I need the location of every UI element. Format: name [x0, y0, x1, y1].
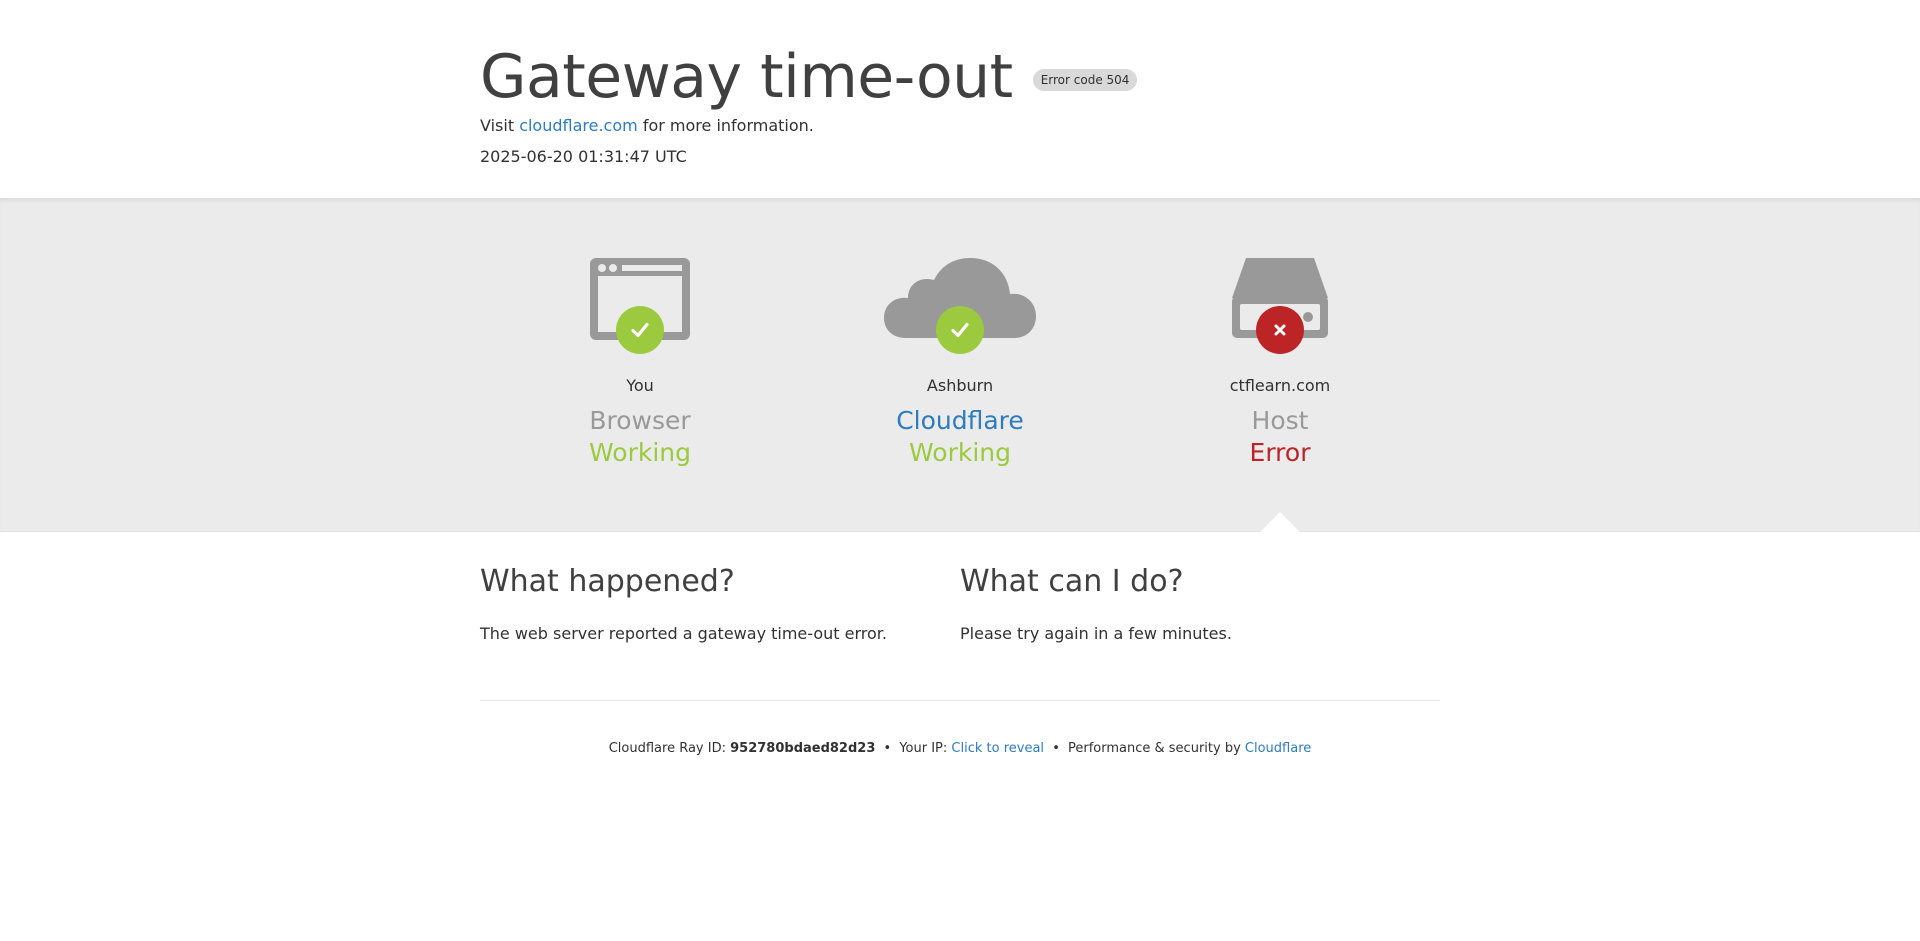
what-can-i-do-heading: What can I do? [960, 564, 1184, 599]
visit-line: Visit cloudflare.com for more informatio… [480, 116, 814, 135]
visit-suffix: for more information. [642, 116, 814, 135]
ray-id-label: Cloudflare Ray ID: [608, 741, 726, 756]
what-happened-column: What happened? The web server reported a… [480, 562, 920, 646]
error-pointer-arrow [1260, 512, 1300, 532]
host-location: ctflearn.com [1229, 376, 1331, 395]
cloudflare-location: Ashburn [926, 376, 994, 395]
browser-location: You [626, 376, 654, 395]
footer-divider [480, 700, 1440, 701]
what-can-i-do-column: What can I do? Please try again in a few… [960, 562, 1400, 646]
what-happened-text: The web server reported a gateway time-o… [480, 624, 887, 643]
what-can-i-do-text: Please try again in a few minutes. [960, 624, 1232, 643]
browser-role: Browser [589, 406, 691, 435]
host-role: Host [1251, 406, 1309, 435]
timestamp: 2025-06-20 01:31:47 UTC [480, 147, 687, 166]
cloudflare-role-link[interactable]: Cloudflare [830, 406, 1090, 435]
footer-cloudflare-link[interactable]: Cloudflare [1245, 741, 1311, 756]
info-section: What happened? The web server reported a… [0, 532, 1920, 762]
browser-state: Working [589, 438, 691, 467]
footer-separator: • [883, 741, 892, 756]
reveal-ip-link[interactable]: Click to reveal [951, 741, 1044, 756]
error-code-badge: Error code 504 [1032, 69, 1138, 91]
checkmark-icon [936, 306, 984, 354]
page-title: Gateway time-out [480, 42, 1013, 112]
cloudflare-link[interactable]: cloudflare.com [519, 116, 638, 135]
ip-label: Your IP: [899, 741, 948, 756]
cloudflare-state: Working [909, 438, 1011, 467]
ray-id-value: 952780bdaed82d23 [730, 741, 876, 756]
status-band: You Browser Working Ashburn Cloudflare W… [0, 198, 1920, 532]
title-row: Gateway time-out Error code 504 [480, 38, 1138, 116]
checkmark-icon [616, 306, 664, 354]
footer-separator: • [1052, 741, 1060, 756]
performance-label: Performance & security by [1068, 741, 1241, 756]
footer: Cloudflare Ray ID: 952780bdaed82d23 • Yo… [0, 741, 1920, 756]
host-state: Error [1249, 438, 1311, 467]
header: Gateway time-out Error code 504 Visit cl… [0, 0, 1920, 198]
x-icon [1256, 306, 1304, 354]
what-happened-heading: What happened? [480, 564, 735, 599]
visit-prefix: Visit [480, 116, 515, 135]
